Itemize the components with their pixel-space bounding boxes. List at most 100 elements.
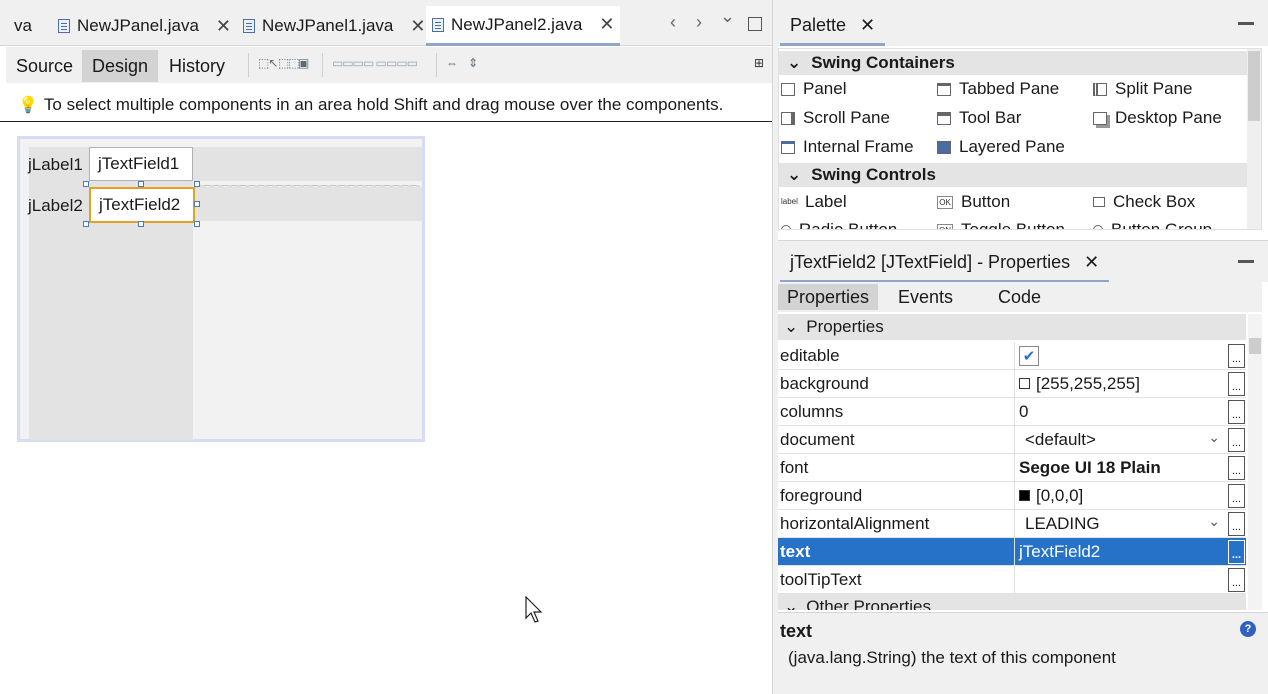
property-value[interactable]: [255,255,255] [1014, 370, 1228, 397]
property-value[interactable]: [0,0,0] [1014, 482, 1228, 509]
property-editor-button[interactable]: ... [1228, 372, 1245, 396]
minimize-icon[interactable] [1238, 260, 1254, 263]
property-editor-button[interactable]: ... [1228, 344, 1245, 368]
palette-tab[interactable]: Palette ✕ [780, 8, 886, 46]
palette-item-internal-frame[interactable]: Internal Frame [781, 137, 914, 157]
property-editor-button[interactable]: ... [1228, 456, 1245, 480]
minimize-icon[interactable] [1238, 22, 1254, 25]
jlabel1[interactable]: jLabel1 [28, 155, 83, 175]
property-editor-button[interactable]: ... [1228, 568, 1245, 592]
scrollbar-thumb[interactable] [1249, 338, 1261, 354]
property-row-columns[interactable]: columns 0 ... [778, 398, 1246, 426]
palette-item-tabbed-pane[interactable]: Tabbed Pane [937, 79, 1059, 99]
close-icon[interactable]: ✕ [1084, 252, 1099, 273]
property-row-text[interactable]: text jTextField2 ... [778, 538, 1246, 566]
align-tools-icon[interactable]: ▭▭▭▭ ▭▭▭▭ [332, 56, 418, 70]
palette-item-check-box[interactable]: Check Box [1093, 192, 1195, 212]
resize-handle[interactable] [138, 221, 144, 227]
palette-item-label[interactable]: label Label [781, 192, 847, 212]
property-editor-button[interactable]: ... [1228, 428, 1245, 452]
palette-item-tool-bar[interactable]: Tool Bar [937, 108, 1021, 128]
palette-category-swing-controls[interactable]: ⌄ Swing Controls [779, 163, 1247, 187]
property-value[interactable] [1014, 566, 1228, 593]
tab-events[interactable]: Events [889, 284, 962, 310]
chevron-down-icon[interactable]: ⌄ [1208, 513, 1220, 530]
resize-handle[interactable] [194, 201, 200, 207]
tab-code[interactable]: Code [989, 284, 1050, 310]
close-icon[interactable]: ✕ [599, 14, 614, 35]
jtextfield1[interactable]: jTextField1 [89, 147, 193, 181]
property-value-combo[interactable]: <default> ⌄ [1014, 426, 1228, 453]
editor-tab-newjpanel1[interactable]: NewJPanel1.java ✕ [237, 6, 431, 46]
property-row-editable[interactable]: editable ✔ ... [778, 342, 1246, 370]
property-value-combo[interactable]: LEADING ⌄ [1014, 510, 1228, 537]
design-toolbar: Source Design History ⬚↖ ⬚⬚ ▣ ▭▭▭▭ ▭▭▭▭ … [6, 47, 772, 83]
maximize-icon[interactable] [748, 17, 762, 31]
palette-item-toggle-button[interactable]: ON Toggle Button [937, 220, 1065, 229]
jlabel2[interactable]: jLabel2 [28, 196, 83, 216]
chevron-down-icon: ⌄ [784, 317, 799, 336]
property-value[interactable]: ✔ [1014, 342, 1228, 369]
close-icon[interactable]: ✕ [860, 15, 875, 36]
property-value[interactable]: Segoe UI 18 Plain [1014, 454, 1228, 481]
property-editor-button[interactable]: ... [1228, 540, 1245, 564]
resize-handle[interactable] [83, 181, 89, 187]
view-tab-history[interactable]: History [159, 50, 235, 82]
palette-item-scroll-pane[interactable]: Scroll Pane [781, 108, 890, 128]
property-row-document[interactable]: document <default> ⌄ ... [778, 426, 1246, 454]
resize-horizontal-icon[interactable]: ⇔ [446, 56, 458, 70]
palette-item-panel[interactable]: Panel [781, 79, 846, 99]
close-icon[interactable]: ✕ [410, 16, 425, 37]
scrollbar-thumb[interactable] [1248, 51, 1260, 121]
section-properties[interactable]: ⌄ Properties [778, 314, 1246, 340]
chevron-right-icon[interactable]: › [696, 12, 702, 33]
help-icon[interactable]: ? [1240, 621, 1256, 637]
property-name: columns [780, 402, 844, 421]
grid-icon[interactable]: ⊞ [754, 56, 764, 70]
chevron-left-icon[interactable]: ‹ [670, 12, 676, 33]
resize-handle[interactable] [83, 221, 89, 227]
design-canvas[interactable]: ⁓⁓⁓⁓⁓⁓⁓⁓⁓⁓⁓⁓⁓⁓⁓⁓⁓⁓⁓⁓⁓⁓⁓⁓⁓ jLabel1 jTextF… [17, 136, 425, 442]
editor-tab-newjpanel[interactable]: NewJPanel.java ✕ [52, 6, 237, 46]
chevron-down-icon[interactable]: ⌄ [1208, 429, 1220, 446]
property-editor-button[interactable]: ... [1228, 484, 1245, 508]
editor-tab-truncated[interactable]: va [8, 6, 38, 46]
property-value[interactable]: jTextField2 [1014, 538, 1228, 565]
property-sheet-scrollbar[interactable] [1248, 314, 1262, 610]
editor-tab-newjpanel2[interactable]: NewJPanel2.java ✕ [426, 6, 621, 46]
resize-handle[interactable] [194, 221, 200, 227]
property-value[interactable]: 0 [1014, 398, 1228, 425]
section-other-properties[interactable]: ⌄ Other Properties [778, 594, 1246, 610]
palette-scrollbar[interactable] [1247, 49, 1261, 229]
property-editor-button[interactable]: ... [1228, 512, 1245, 536]
property-name: editable [780, 346, 840, 365]
toolbar-separator [436, 53, 437, 77]
palette-item-split-pane[interactable]: Split Pane [1093, 79, 1193, 99]
resize-handle[interactable] [194, 181, 200, 187]
property-editor-button[interactable]: ... [1228, 400, 1245, 424]
palette-item-desktop-pane[interactable]: Desktop Pane [1093, 108, 1222, 128]
checkbox-checked-icon[interactable]: ✔ [1019, 345, 1039, 366]
view-tab-source[interactable]: Source [6, 50, 83, 82]
property-row-tooltiptext[interactable]: toolTipText ... [778, 566, 1246, 594]
preview-design-icon[interactable]: ▣ [298, 56, 309, 70]
tab-properties[interactable]: Properties [778, 284, 879, 310]
resize-handle[interactable] [138, 181, 144, 187]
selection-mode-icon[interactable]: ⬚↖ [258, 56, 278, 70]
palette-item-radio-button[interactable]: Radio Button [781, 220, 897, 229]
close-icon[interactable]: ✕ [216, 16, 231, 37]
properties-tab[interactable]: jTextField2 [JTextField] - Properties ✕ [780, 245, 1110, 283]
palette-item-button-group[interactable]: Button Group [1093, 220, 1212, 229]
palette-category-swing-containers[interactable]: ⌄ Swing Containers [779, 51, 1247, 75]
resize-vertical-icon[interactable]: ⇕ [468, 56, 478, 70]
property-row-background[interactable]: background [255,255,255] ... [778, 370, 1246, 398]
jtextfield2-selected[interactable]: jTextField2 [89, 187, 195, 223]
view-tab-design[interactable]: Design [82, 50, 159, 82]
palette-item-button[interactable]: OK Button [937, 192, 1010, 212]
connection-mode-icon[interactable]: ⬚⬚ [278, 56, 300, 70]
property-row-font[interactable]: font Segoe UI 18 Plain ... [778, 454, 1246, 482]
property-row-foreground[interactable]: foreground [0,0,0] ... [778, 482, 1246, 510]
property-row-horizontal-alignment[interactable]: horizontalAlignment LEADING ⌄ ... [778, 510, 1246, 538]
palette-item-layered-pane[interactable]: Layered Pane [937, 137, 1065, 157]
chevron-down-icon[interactable]: ⌄ [720, 6, 735, 27]
